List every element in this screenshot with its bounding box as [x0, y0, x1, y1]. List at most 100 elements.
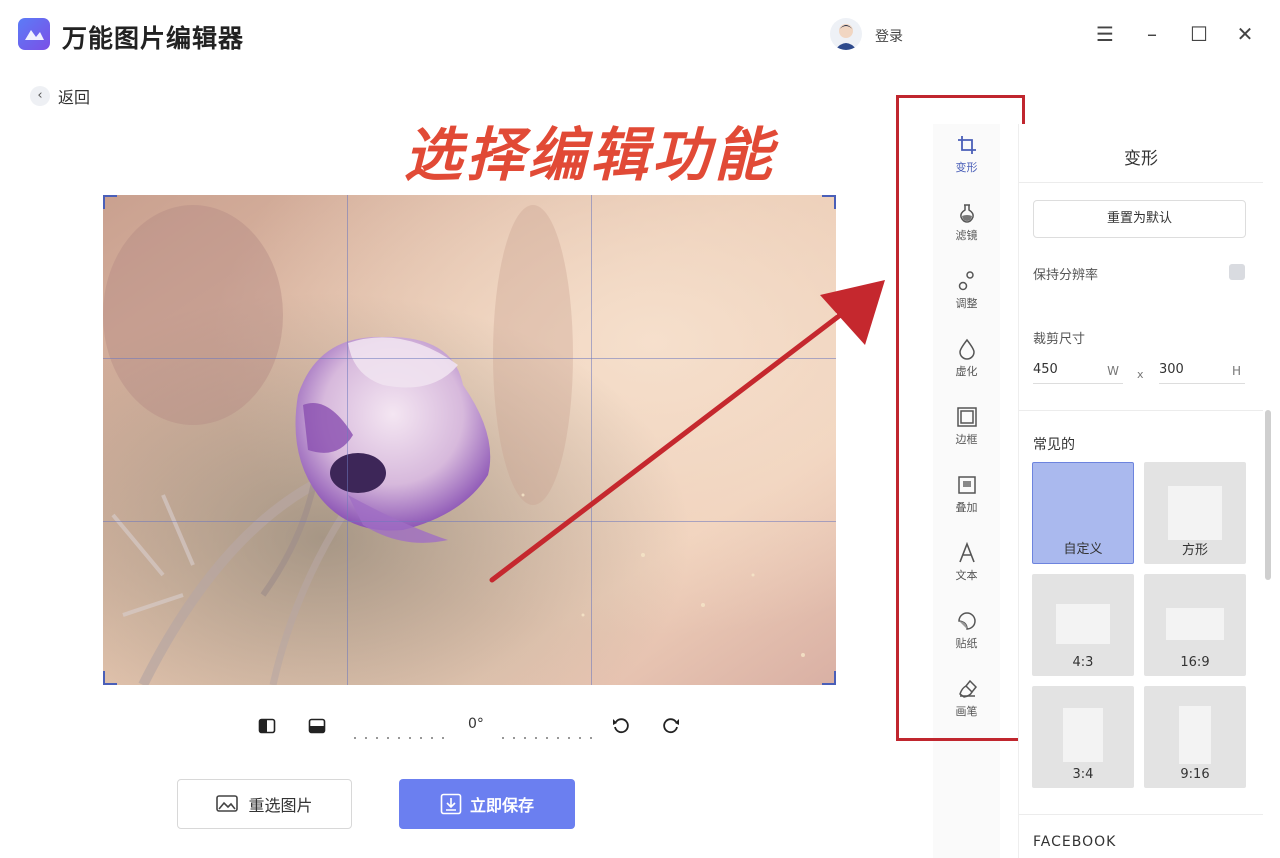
- sticker-icon: [957, 612, 976, 630]
- save-label: 立即保存: [469, 796, 534, 815]
- grid-line: [347, 195, 348, 685]
- transform-panel: 变形 重置为默认 保持分辨率 裁剪尺寸 450 W x 300 H 常见的 自定…: [1018, 124, 1263, 858]
- tool-sticker[interactable]: 贴纸: [933, 610, 1000, 670]
- tool-blur[interactable]: 虚化: [933, 338, 1000, 398]
- tool-frame[interactable]: 边框: [933, 406, 1000, 466]
- preset-9-16[interactable]: 9:16: [1144, 686, 1246, 788]
- preset-shape: [1063, 708, 1103, 762]
- tool-label: 变形: [955, 161, 978, 174]
- preset-square[interactable]: 方形: [1144, 462, 1246, 564]
- tool-transform[interactable]: 变形: [933, 134, 1000, 194]
- reselect-image-label: 重选图片: [248, 796, 313, 815]
- divider: [1019, 182, 1263, 183]
- tool-label: 贴纸: [955, 637, 978, 650]
- width-value: 450: [1033, 362, 1058, 377]
- reset-default-button[interactable]: 重置为默认: [1033, 200, 1246, 238]
- annotation-text: 选择编辑功能: [404, 121, 777, 189]
- tool-label: 虚化: [955, 365, 978, 378]
- rotate-left-icon[interactable]: [612, 717, 630, 735]
- back-label: 返回: [58, 88, 91, 107]
- tool-adjust[interactable]: 调整: [933, 270, 1000, 330]
- download-icon: [440, 793, 462, 815]
- preset-shape: [1056, 604, 1110, 644]
- image-canvas[interactable]: [103, 195, 836, 685]
- menu-icon[interactable]: ☰: [1093, 22, 1117, 46]
- section-facebook: FACEBOOK: [1033, 834, 1117, 850]
- flip-horizontal-icon[interactable]: [258, 717, 276, 735]
- preset-3-4[interactable]: 3:4: [1032, 686, 1134, 788]
- crop-handle-top-left[interactable]: [103, 195, 117, 209]
- chevron-left-icon: ‹: [30, 86, 50, 106]
- login-link[interactable]: 登录: [875, 26, 903, 46]
- filter-icon: [959, 204, 974, 223]
- adjust-icon: [958, 271, 974, 291]
- divider: [1019, 814, 1263, 815]
- crop-handle-top-right[interactable]: [822, 195, 836, 209]
- save-button[interactable]: 立即保存: [399, 779, 575, 829]
- height-unit: H: [1231, 364, 1241, 378]
- overlay-icon: [957, 476, 976, 494]
- text-icon: [958, 542, 975, 563]
- grid-line: [103, 358, 836, 359]
- tool-label: 调整: [955, 297, 978, 310]
- tool-text[interactable]: 文本: [933, 542, 1000, 602]
- height-value: 300: [1159, 362, 1184, 377]
- tool-label: 叠加: [955, 501, 978, 514]
- rotation-angle: 0°: [468, 716, 484, 732]
- preset-label: 方形: [1181, 543, 1208, 558]
- crop-icon: [957, 136, 976, 154]
- tool-overlay[interactable]: 叠加: [933, 474, 1000, 534]
- rotate-right-icon[interactable]: [662, 717, 680, 735]
- divider: [1019, 410, 1263, 411]
- preset-16-9[interactable]: 16:9: [1144, 574, 1246, 676]
- title-bar: 万能图片编辑器 登录 ☰ – ☐ ✕: [0, 0, 1280, 70]
- crop-handle-bottom-left[interactable]: [103, 671, 117, 685]
- rotation-slider-right[interactable]: [502, 724, 601, 739]
- crop-handle-bottom-right[interactable]: [822, 671, 836, 685]
- minimize-icon[interactable]: –: [1140, 22, 1164, 46]
- app-logo-icon: [18, 18, 50, 50]
- common-label: 常见的: [1033, 437, 1075, 453]
- crop-size-label: 裁剪尺寸: [1033, 332, 1086, 347]
- maximize-icon[interactable]: ☐: [1187, 22, 1211, 46]
- preset-shape: [1168, 486, 1222, 540]
- back-button[interactable]: ‹ 返回: [30, 84, 90, 108]
- preset-label: 4:3: [1072, 655, 1094, 670]
- preset-shape: [1179, 706, 1211, 764]
- tool-label: 文本: [955, 569, 978, 582]
- grid-line: [103, 521, 836, 522]
- keep-ratio-checkbox[interactable]: [1229, 264, 1245, 280]
- preset-label: 9:16: [1180, 767, 1210, 782]
- avatar-icon[interactable]: [830, 18, 862, 50]
- preset-4-3[interactable]: 4:3: [1032, 574, 1134, 676]
- rotation-slider-left[interactable]: [354, 724, 453, 739]
- preset-label: 16:9: [1180, 655, 1210, 670]
- reselect-image-button[interactable]: 重选图片: [177, 779, 352, 829]
- keep-ratio-label: 保持分辨率: [1033, 268, 1099, 283]
- tool-filter[interactable]: 滤镜: [933, 202, 1000, 262]
- grid-line: [591, 195, 592, 685]
- panel-scrollbar[interactable]: [1265, 410, 1271, 580]
- app-title: 万能图片编辑器: [62, 24, 245, 53]
- preset-label: 3:4: [1072, 767, 1094, 782]
- tool-label: 滤镜: [955, 229, 978, 242]
- blur-icon: [958, 338, 975, 360]
- preset-custom[interactable]: 自定义: [1032, 462, 1134, 564]
- tool-label: 画笔: [955, 705, 978, 718]
- flip-vertical-icon[interactable]: [308, 717, 326, 735]
- panel-title: 变形: [1124, 149, 1158, 169]
- close-icon[interactable]: ✕: [1233, 22, 1257, 46]
- tool-brush[interactable]: 画笔: [933, 678, 1000, 738]
- image-icon: [216, 795, 239, 812]
- width-input[interactable]: 450 W: [1033, 360, 1123, 384]
- preset-label: 自定义: [1063, 542, 1103, 557]
- preset-shape: [1166, 608, 1224, 640]
- brush-icon: [958, 679, 977, 698]
- width-unit: W: [1107, 364, 1119, 378]
- times-sign: x: [1137, 368, 1144, 381]
- tool-label: 边框: [955, 433, 978, 446]
- tool-sidebar: 变形 滤镜 调整 虚化 边框 叠加 文本 贴纸 画笔: [933, 124, 1000, 858]
- height-input[interactable]: 300 H: [1159, 360, 1245, 384]
- frame-icon: [956, 407, 977, 427]
- flower-photo: [103, 195, 836, 685]
